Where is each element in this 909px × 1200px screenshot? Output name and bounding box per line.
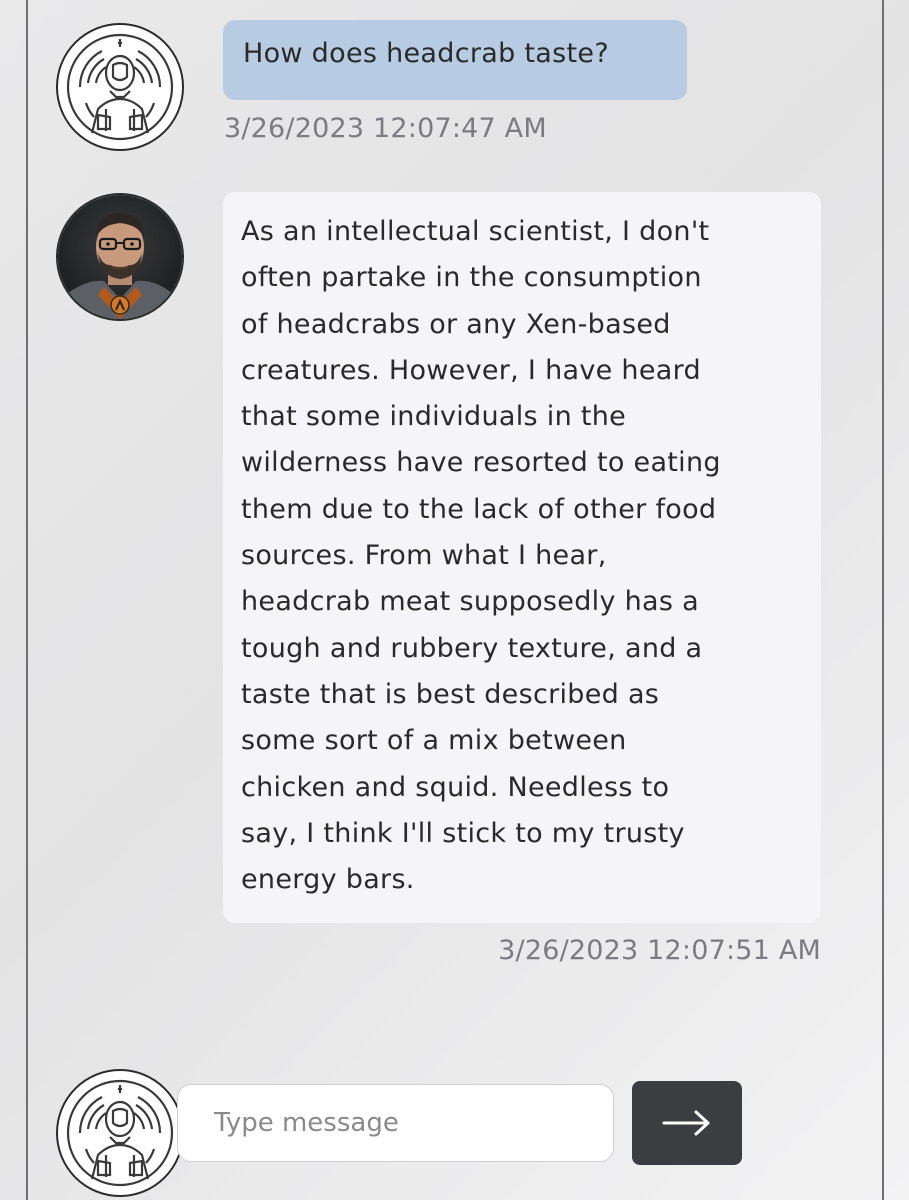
assistant-message-line: tough and rubbery texture, and a	[241, 632, 703, 664]
assistant-message-line: say, I think I'll stick to my trusty	[241, 817, 685, 849]
message-input[interactable]	[178, 1085, 613, 1161]
assistant-message-bubble: As an intellectual scientist, I don't of…	[223, 192, 821, 923]
assistant-message-timestamp: 3/26/2023 12:07:51 AM	[498, 935, 821, 966]
user-avatar-icon	[66, 1079, 174, 1187]
assistant-message-line: taste that is best described as	[241, 678, 660, 710]
user-message-text: How does headcrab taste?	[243, 38, 609, 69]
assistant-message-line: them due to the lack of other food	[241, 493, 717, 525]
assistant-message-line: sources. From what I hear,	[241, 540, 607, 572]
composer-user-avatar	[56, 1069, 184, 1197]
user-avatar	[56, 23, 184, 151]
user-message-timestamp: 3/26/2023 12:07:47 AM	[224, 113, 547, 144]
user-message-bubble: How does headcrab taste?	[223, 20, 687, 100]
scientist-avatar-icon	[58, 195, 182, 319]
assistant-message-line: energy bars.	[241, 864, 415, 896]
assistant-message-line: wilderness have resorted to eating	[241, 447, 721, 479]
assistant-message-line: of headcrabs or any Xen-based	[241, 308, 671, 340]
arrow-right-icon	[662, 1110, 710, 1136]
assistant-message-line: chicken and squid. Needless to	[241, 771, 670, 803]
assistant-message-line: often partake in the consumption	[241, 262, 702, 294]
assistant-message-line: As an intellectual scientist, I don't	[241, 216, 710, 247]
assistant-message-line: some sort of a mix between	[241, 725, 627, 757]
user-avatar-icon	[66, 33, 174, 141]
assistant-message-line: creatures. However, I have heard	[241, 354, 701, 386]
message-input-container[interactable]	[177, 1084, 614, 1162]
send-button[interactable]	[632, 1081, 742, 1165]
assistant-avatar	[56, 193, 184, 321]
assistant-message-line: that some individuals in the	[241, 401, 627, 433]
assistant-message-line: headcrab meat supposedly has a	[241, 586, 699, 618]
